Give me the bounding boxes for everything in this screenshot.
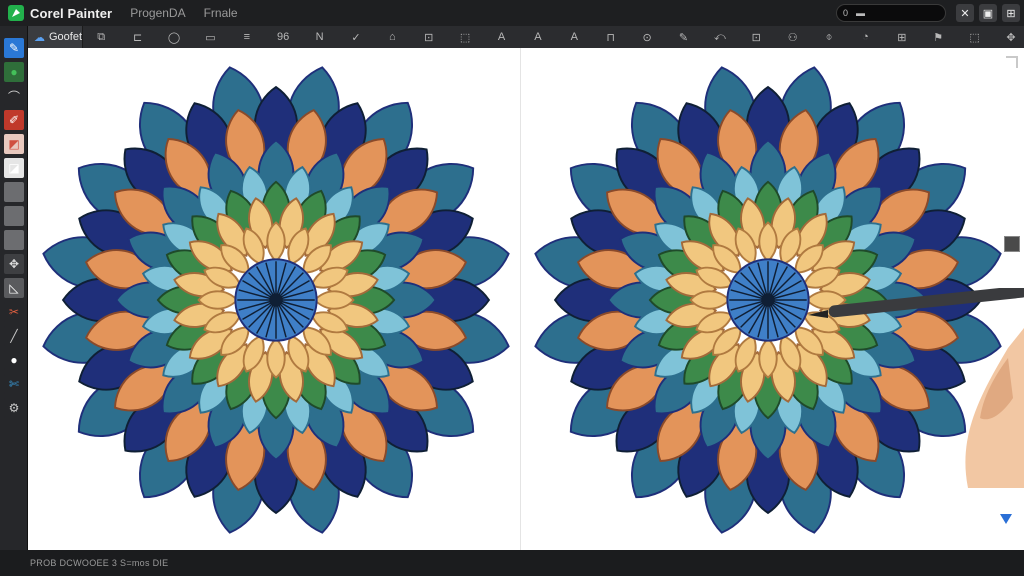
settings-tool-icon[interactable]: ⚙: [4, 398, 24, 418]
toolbar-tool-icon[interactable]: ◔: [847, 26, 883, 48]
layer-icon[interactable]: [4, 230, 24, 250]
smudge-tool-icon[interactable]: ⌒: [4, 86, 24, 106]
toolbar-tool-icon[interactable]: ⊞: [884, 26, 920, 48]
status-bar: PROB DCWOOEE 3 S=mos DIE: [0, 550, 1024, 576]
layer-icon[interactable]: [4, 182, 24, 202]
toolbar-tool-icon[interactable]: ⬚: [447, 26, 483, 48]
center-dot: [761, 293, 775, 307]
center-dot: [269, 293, 283, 307]
scissors-tool-icon[interactable]: ✄: [4, 374, 24, 394]
status-text: PROB DCWOOEE 3 S=mos DIE: [30, 558, 169, 568]
canvas-corner-icon: [1006, 56, 1018, 68]
save-button[interactable]: ▣: [979, 4, 997, 22]
toolbar-tool-icon[interactable]: ⧉: [83, 26, 119, 48]
search-input[interactable]: 0 ▬: [836, 4, 946, 22]
window-control-icon: ✕: [960, 7, 970, 20]
search-field-icon: ▬: [856, 8, 866, 18]
navigator-thumbnail[interactable]: [1004, 236, 1020, 252]
toolbar-tool-icon[interactable]: ⌂: [374, 26, 410, 48]
toolbar-tool-icon[interactable]: ⤺: [702, 26, 738, 48]
toolbar-tool-icon[interactable]: ⊏: [119, 26, 155, 48]
color-circle-icon[interactable]: ●: [4, 62, 24, 82]
toolbar-tool-icon[interactable]: ✓: [338, 26, 374, 48]
close-button[interactable]: ⊞: [1002, 4, 1020, 22]
toolbar-tool-icon[interactable]: ⊓: [593, 26, 629, 48]
pen-tool-icon[interactable]: ╱: [4, 326, 24, 346]
menu-bar: ProgenDA Frnale: [130, 6, 237, 20]
mandala-artwork-left: [42, 66, 510, 534]
toolbar-tool-icon[interactable]: N: [301, 26, 337, 48]
toolbar-tool-icon[interactable]: ⬚: [956, 26, 992, 48]
inner-tan-petal: [313, 290, 355, 310]
toolbox: ✎ ● ⌒ ✐ ◩ ◪ ✥ ◺ ✂ ╱ ● ✄ ⚙: [0, 26, 28, 550]
transform-tool-icon[interactable]: ✥: [4, 254, 24, 274]
toolbar-tool-icon[interactable]: ≡: [229, 26, 265, 48]
menu-item[interactable]: Frnale: [204, 6, 238, 20]
toolbar-tool-icon[interactable]: ⌽: [811, 26, 847, 48]
toolbar-tool-icon[interactable]: ⚇: [774, 26, 810, 48]
toolbar-tool-icon[interactable]: ✥: [993, 26, 1024, 48]
document-tab-label: Goofet: [49, 31, 83, 43]
toolbar-tool-icon[interactable]: ⚑: [920, 26, 956, 48]
eraser-tool-icon[interactable]: ✂: [4, 302, 24, 322]
paper-swatch-icon[interactable]: ◩: [4, 134, 24, 154]
dropper-tool-icon[interactable]: ✐: [4, 110, 24, 130]
brush-tool-icon[interactable]: ✎: [4, 38, 24, 58]
main-color-icon[interactable]: ●: [4, 350, 24, 370]
title-bar: Corel Painter ProgenDA Frnale 0 ▬ ✕ ▣ ⊞: [0, 0, 1024, 26]
minimize-button[interactable]: ✕: [956, 4, 974, 22]
toolbar-tool-icon[interactable]: A: [483, 26, 519, 48]
inner-tan-petal: [266, 221, 286, 263]
toolbar-tool-icon[interactable]: ⊡: [411, 26, 447, 48]
toolbar-tool-icon[interactable]: ⊡: [738, 26, 774, 48]
toolbar-tool-icon[interactable]: A: [520, 26, 556, 48]
painter-logo-icon: [8, 5, 24, 21]
layer-icon[interactable]: [4, 206, 24, 226]
inner-tan-petal: [758, 221, 778, 263]
window-control-icon: ⊞: [1006, 7, 1016, 20]
crop-tool-icon[interactable]: ◺: [4, 278, 24, 298]
menu-item[interactable]: ProgenDA: [130, 6, 185, 20]
toolbar-tool-icon[interactable]: ⊙: [629, 26, 665, 48]
stylus-hand-icon: [808, 288, 1024, 488]
window-control-icon: ▣: [982, 7, 994, 20]
inner-tan-petal: [689, 290, 731, 310]
toolbar-tool-icon[interactable]: ✎: [665, 26, 701, 48]
inner-tan-petal: [266, 337, 286, 379]
cloud-icon: ☁: [34, 31, 45, 44]
inner-tan-petal: [197, 290, 239, 310]
toolbar-icons: ⧉ ⊏ ◯ ▭ ≡ 96 N ✓ ⌂ ⊡ ⬚ A A A ⊓ ⊙ ✎ ⤺ ⊡ ⚇ ⌽ ◔ ⊞ ⚑ ⬚ ✥: [83, 26, 1024, 48]
toolbar-tool-icon[interactable]: ◯: [156, 26, 192, 48]
toolbar-tool-icon[interactable]: A: [556, 26, 592, 48]
canvas[interactable]: [28, 48, 1024, 550]
property-toolbar: ☁ Goofet ⧉ ⊏ ◯ ▭ ≡ 96 N ✓ ⌂ ⊡ ⬚ A A A ⊓ ⊙ ✎ ⤺ ⊡ ⚇ ⌽ ◔ ⊞ ⚑ ⬚ ✥: [28, 26, 1024, 48]
toolbar-tool-icon[interactable]: ▭: [192, 26, 228, 48]
app-title: Corel Painter: [30, 5, 113, 21]
search-icon: 0: [843, 8, 849, 18]
toolbar-tool-icon[interactable]: 96: [265, 26, 301, 48]
scroll-marker-icon[interactable]: [1000, 514, 1012, 524]
inner-tan-petal: [758, 337, 778, 379]
document-tab[interactable]: ☁ Goofet: [28, 26, 84, 48]
gradient-swatch-icon[interactable]: ◪: [4, 158, 24, 178]
canvas-divider: [520, 48, 521, 550]
